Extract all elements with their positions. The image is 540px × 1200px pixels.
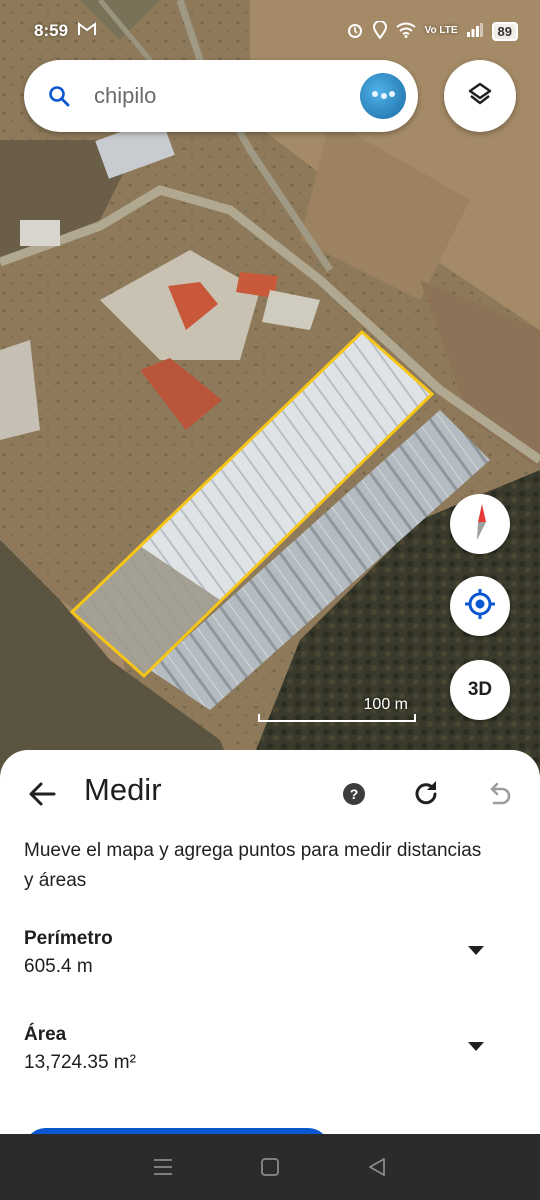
perimeter-row[interactable]: Perímetro 605.4 m [24, 928, 494, 988]
undo-button[interactable] [482, 778, 514, 810]
refresh-icon [415, 781, 437, 805]
home-icon[interactable] [258, 1155, 282, 1179]
alarm-icon [346, 21, 364, 42]
scale-label: 100 m [363, 696, 408, 713]
measure-instructions: Mueve el mapa y agrega puntos para medir… [24, 840, 482, 891]
my-location-icon [463, 587, 497, 626]
arrow-back-icon [29, 782, 56, 806]
help-icon: ? [343, 783, 365, 805]
wifi-icon [395, 22, 416, 41]
perimeter-value: 605.4 m [24, 956, 93, 977]
scale-line [258, 714, 416, 722]
battery-indicator: 89 [491, 21, 518, 41]
sheet-title: Medir [84, 772, 162, 807]
undo-icon [490, 782, 511, 805]
chevron-down-icon[interactable] [468, 946, 484, 955]
view-3d-button[interactable]: 3D [450, 660, 510, 720]
area-value: 13,724.35 m² [24, 1052, 136, 1073]
status-time: 8:59 [34, 21, 69, 40]
layers-icon [466, 80, 494, 113]
measure-sheet: Medir ? Mueve el mapa y agrega puntos pa… [0, 750, 540, 1168]
network-type: Vo LTE [424, 25, 458, 36]
status-bar: 8:59 Vo LTE 89 [0, 0, 540, 62]
search-query[interactable]: chipilo [94, 83, 360, 109]
my-location-button[interactable] [450, 576, 510, 636]
area-label: Área [24, 1024, 67, 1045]
sheet-header: Medir ? [0, 750, 540, 836]
map-scale: 100 m [258, 694, 416, 722]
reset-button[interactable] [410, 778, 442, 810]
help-button[interactable]: ? [340, 780, 368, 808]
search-icon[interactable] [24, 84, 94, 108]
chevron-down-icon[interactable] [468, 1042, 484, 1051]
layers-button[interactable] [444, 60, 516, 132]
compass-icon [470, 502, 490, 547]
menu-icon[interactable] [151, 1155, 175, 1179]
system-nav-bar [0, 1134, 540, 1200]
compass-button[interactable] [450, 494, 510, 554]
area-row[interactable]: Área 13,724.35 m² [24, 1024, 494, 1084]
back-button[interactable] [24, 776, 60, 812]
back-icon[interactable] [365, 1155, 389, 1179]
svg-text:?: ? [350, 786, 359, 802]
perimeter-label: Perímetro [24, 928, 113, 949]
gmail-icon [78, 22, 97, 40]
location-status-icon [372, 19, 387, 42]
search-bar[interactable]: chipilo [24, 60, 418, 132]
signal-icon [466, 22, 483, 40]
profile-avatar[interactable] [360, 73, 406, 119]
